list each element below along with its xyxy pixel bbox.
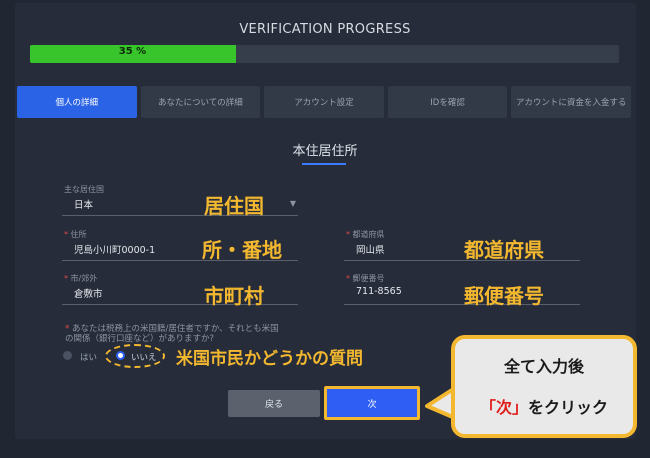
chevron-down-icon: ▼ bbox=[289, 199, 296, 208]
tab-verify-id[interactable]: IDを確認 bbox=[387, 86, 508, 118]
progress-bar: 35 % bbox=[30, 45, 619, 63]
callout-line-2: 「次」をクリック bbox=[455, 394, 633, 418]
prefecture-value: 岡山県 bbox=[356, 245, 385, 256]
highlight-oval bbox=[105, 344, 165, 368]
address-label: 住所 bbox=[70, 230, 87, 239]
callout-quoted-next: 「次」 bbox=[479, 398, 528, 417]
radio-yes-label: はい bbox=[80, 353, 98, 363]
question-line-2: の関係（銀行口座など）がありますか? bbox=[65, 334, 215, 344]
required-mark: * bbox=[346, 274, 350, 283]
annotation-city: 市町村 bbox=[204, 284, 264, 308]
annotation-postal: 郵便番号 bbox=[464, 284, 544, 308]
section-title: 本住居住所 bbox=[292, 144, 358, 159]
tab-personal-details[interactable]: 個人の詳細 bbox=[17, 86, 137, 118]
question-line-1: あなたは税務上の米国籍/居住者ですか、それとも米国 bbox=[71, 324, 279, 334]
required-mark: * bbox=[65, 324, 70, 334]
postal-label: 郵便番号 bbox=[352, 274, 385, 283]
prefecture-field[interactable]: * 都道府県 岡山県 bbox=[344, 229, 580, 261]
prefecture-label: 都道府県 bbox=[352, 230, 385, 239]
country-value: 日本 bbox=[74, 200, 94, 211]
city-label: 市/郊外 bbox=[70, 274, 98, 283]
tab-about-you[interactable]: あなたについての詳細 bbox=[140, 86, 261, 118]
us-person-question: * あなたは税務上の米国籍/居住者ですか、それとも米国 の関係（銀行口座など）が… bbox=[65, 324, 279, 344]
address-value: 児島小川町0000-1 bbox=[74, 245, 156, 256]
annotation-address: 所・番地 bbox=[202, 238, 282, 262]
country-label: 主な居住国 bbox=[64, 185, 104, 194]
annotation-question: 米国市民かどうかの質問 bbox=[176, 349, 363, 369]
postal-value: 711-8565 bbox=[356, 286, 402, 297]
radio-yes[interactable] bbox=[63, 351, 72, 360]
postal-code-field[interactable]: * 郵便番号 711-8565 bbox=[344, 273, 580, 305]
annotation-prefecture: 都道府県 bbox=[464, 238, 544, 262]
city-value: 倉敷市 bbox=[74, 289, 103, 300]
annotation-country: 居住国 bbox=[204, 194, 264, 218]
required-mark: * bbox=[64, 274, 68, 283]
instruction-callout: 全て入力後 「次」をクリック bbox=[451, 335, 637, 438]
section-underline bbox=[302, 163, 346, 165]
progress-label: 35 % bbox=[118, 46, 147, 57]
tab-fund-account[interactable]: アカウントに資金を入金する bbox=[511, 86, 631, 118]
tab-account-settings[interactable]: アカウント設定 bbox=[264, 86, 384, 118]
callout-click-text: をクリック bbox=[528, 398, 609, 417]
step-tabs: 個人の詳細 あなたについての詳細 アカウント設定 IDを確認 アカウントに資金を… bbox=[17, 86, 631, 118]
verification-title: VERIFICATION PROGRESS bbox=[239, 22, 411, 37]
required-mark: * bbox=[64, 230, 68, 239]
back-button[interactable]: 戻る bbox=[228, 390, 320, 417]
next-button[interactable]: 次 bbox=[324, 386, 420, 420]
callout-line-1: 全て入力後 bbox=[503, 357, 584, 376]
required-mark: * bbox=[346, 230, 350, 239]
